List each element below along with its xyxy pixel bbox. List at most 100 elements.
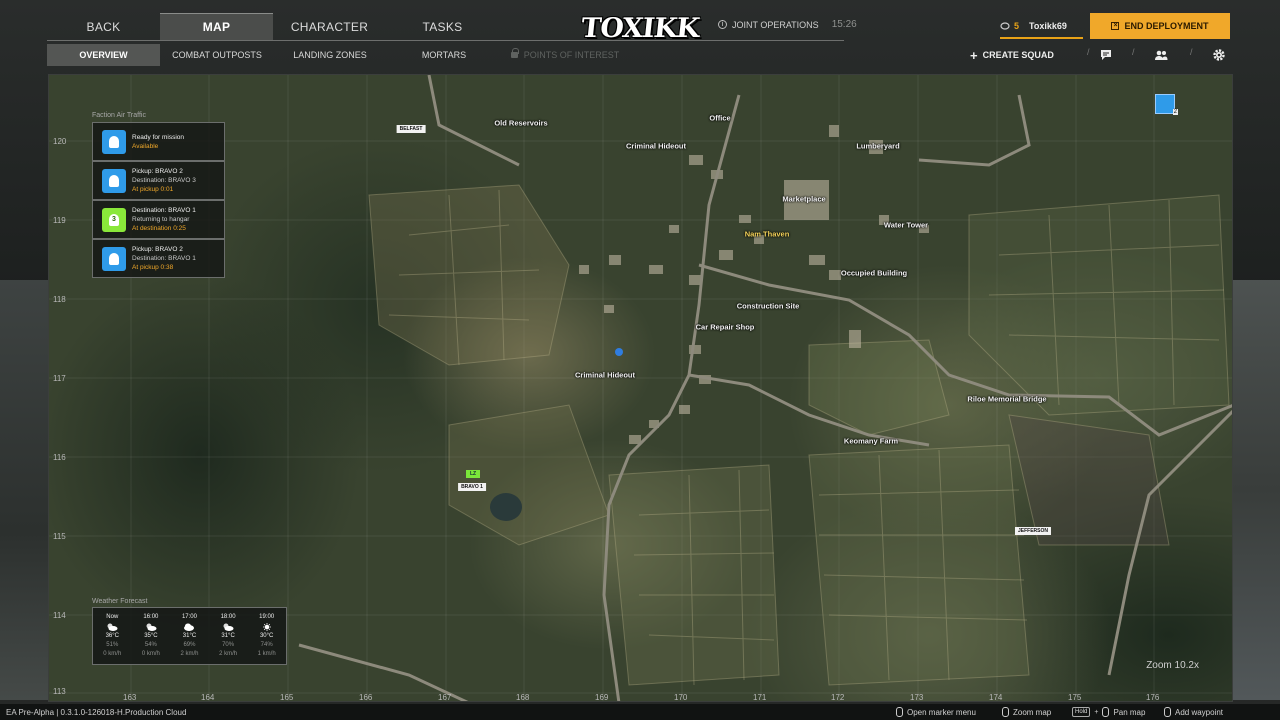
subtab-mortars[interactable]: MORTARS	[386, 44, 502, 66]
tab-character[interactable]: CHARACTER	[273, 13, 386, 40]
grid-x-label: 176	[1146, 693, 1160, 702]
hint-label: Add waypoint	[1175, 707, 1224, 717]
weather-temp: 35°C	[144, 633, 158, 639]
grid-y-label: 119	[53, 216, 66, 225]
plus-icon: +	[1094, 708, 1099, 716]
helicopter-icon: 3	[102, 207, 126, 232]
friendly-marker[interactable]	[615, 348, 623, 356]
map-location[interactable]: Construction Site	[737, 302, 800, 311]
game-logo: TOXIKK	[579, 12, 701, 44]
air-traffic-card[interactable]: 3 Destination: BRAVO 1 Returning to hanga…	[92, 200, 225, 239]
weather-time: 18:00	[220, 614, 236, 620]
mouse-wheel-icon	[1002, 707, 1009, 717]
traffic-status: At destination 0:25	[132, 225, 186, 232]
grid-y-label: 114	[53, 611, 66, 620]
zoom-level: Zoom 10.2x	[1146, 660, 1199, 671]
air-traffic-card[interactable]: Pickup: BRAVO 2 Destination: BRAVO 3 At pi…	[92, 161, 225, 200]
close-icon: ×	[1111, 22, 1120, 30]
grid-x-label: 170	[674, 693, 688, 702]
info-icon[interactable]: i	[718, 20, 727, 29]
map-tools: + CREATE SQUAD / / /	[970, 45, 1232, 65]
weather-column: 17:00 31°C 69% 2 km/h	[170, 608, 209, 664]
air-traffic-card[interactable]: Pickup: BRAVO 2 Destination: BRAVO 1 At pi…	[92, 239, 225, 278]
grid-x-label: 169	[595, 693, 609, 702]
map-location[interactable]: Office	[709, 114, 730, 123]
grid-x-label: 168	[516, 693, 530, 702]
squad-marker-icon[interactable]: 2	[1155, 94, 1178, 115]
map-location[interactable]: Occupied Building	[841, 269, 907, 278]
background-scenery-right	[1233, 280, 1280, 700]
grid-y-label: 116	[53, 453, 66, 462]
weather-wind: 2 km/h	[180, 651, 199, 657]
landing-zone-flag[interactable]: LZ	[466, 470, 480, 478]
hint-open-marker-menu: Open marker menu	[896, 707, 976, 717]
traffic-line1: Ready for mission	[132, 133, 185, 141]
map-location[interactable]: Keomany Farm	[844, 437, 898, 446]
weather-title: Weather Forecast	[92, 598, 148, 605]
subtab-overview[interactable]: OVERVIEW	[47, 44, 160, 66]
partly-cloudy-icon	[146, 623, 157, 631]
weather-time: Now	[106, 614, 119, 620]
landing-zone-label-bravo1[interactable]: BRAVO 1	[458, 483, 486, 491]
subtab-combat-outposts[interactable]: COMBAT OUTPOSTS	[160, 44, 274, 66]
traffic-line1: Pickup: BRAVO 2	[132, 168, 183, 175]
grid-x-label: 165	[280, 693, 294, 702]
create-squad-button[interactable]: + CREATE SQUAD	[970, 48, 1054, 63]
grid-x-label: 174	[989, 693, 1003, 702]
map-location[interactable]: Marketplace	[782, 195, 825, 204]
grid-x-label: 163	[123, 693, 137, 702]
cloudy-icon	[184, 623, 195, 631]
grid-x-label: 164	[201, 693, 215, 702]
mission-clock: 15:26	[831, 19, 857, 30]
traffic-status: At pickup 0:01	[132, 186, 174, 193]
outpost-label-jefferson[interactable]: JEFFERSON	[1014, 527, 1052, 535]
weather-wind: 1 km/h	[257, 651, 276, 657]
divider: /	[1132, 47, 1135, 57]
grid-x-label: 166	[359, 693, 373, 702]
squad-members-icon[interactable]	[1154, 48, 1168, 62]
map-subnav: OVERVIEW COMBAT OUTPOSTS LANDING ZONES M…	[47, 44, 628, 66]
squad-number: 2	[1172, 109, 1178, 115]
sunny-icon	[262, 623, 271, 631]
weather-temp: 31°C	[182, 633, 197, 639]
weather-column: 16:00 35°C 54% 0 km/h	[132, 608, 171, 664]
chat-icon[interactable]	[1099, 48, 1113, 62]
map-location[interactable]: Car Repair Shop	[696, 323, 755, 332]
map-location[interactable]: Old Reservoirs	[494, 119, 547, 128]
weather-time: 16:00	[143, 614, 159, 620]
map-location[interactable]: Criminal Hideout	[575, 371, 635, 380]
weather-humidity: 69%	[183, 642, 196, 648]
tab-back[interactable]: BACK	[47, 13, 160, 40]
settings-gear-icon[interactable]	[1212, 48, 1226, 62]
tab-tasks[interactable]: TASKS	[386, 13, 499, 40]
divider: /	[1190, 47, 1193, 57]
background-scenery-left	[0, 280, 48, 700]
hint-label: Zoom map	[1013, 707, 1052, 717]
hint-pan-map: Hold + Pan map	[1072, 707, 1145, 717]
map-town-name[interactable]: Nam Thaven	[745, 230, 790, 239]
tab-map[interactable]: MAP	[160, 13, 273, 40]
end-deployment-button[interactable]: × END DEPLOYMENT	[1090, 13, 1230, 39]
subtab-landing-zones[interactable]: LANDING ZONES	[274, 44, 386, 66]
hint-zoom-map: Zoom map	[1002, 707, 1051, 717]
player-info[interactable]: 5 Toxikk69	[1000, 15, 1083, 39]
weather-temp: 31°C	[221, 633, 235, 639]
map-location[interactable]: Criminal Hideout	[626, 142, 686, 151]
divider: /	[1087, 47, 1090, 57]
subtab-points-of-interest: POINTS OF INTEREST	[502, 44, 628, 66]
map-location[interactable]: Lumberyard	[856, 142, 899, 151]
partly-cloudy-icon	[223, 623, 234, 631]
traffic-line1: Destination: BRAVO 1	[132, 207, 196, 214]
grid-x-label: 175	[1068, 693, 1082, 702]
air-traffic-card[interactable]: Ready for mission Available	[92, 122, 225, 161]
grid-x-label: 173	[910, 693, 924, 702]
map-location[interactable]: Riloe Memorial Bridge	[967, 395, 1046, 404]
weather-time: 19:00	[259, 614, 275, 620]
traffic-status: At pickup 0:38	[132, 264, 174, 271]
footer-bar: EA Pre-Alpha | 0.3.1.0-126018-H.Producti…	[0, 704, 1280, 720]
outpost-label-belfast[interactable]: BELFAST	[396, 125, 426, 133]
air-traffic-title: Faction Air Traffic	[92, 112, 146, 119]
map-location[interactable]: Water Tower	[884, 221, 928, 230]
weather-wind: 2 km/h	[219, 651, 238, 657]
weather-humidity: 54%	[144, 642, 157, 648]
